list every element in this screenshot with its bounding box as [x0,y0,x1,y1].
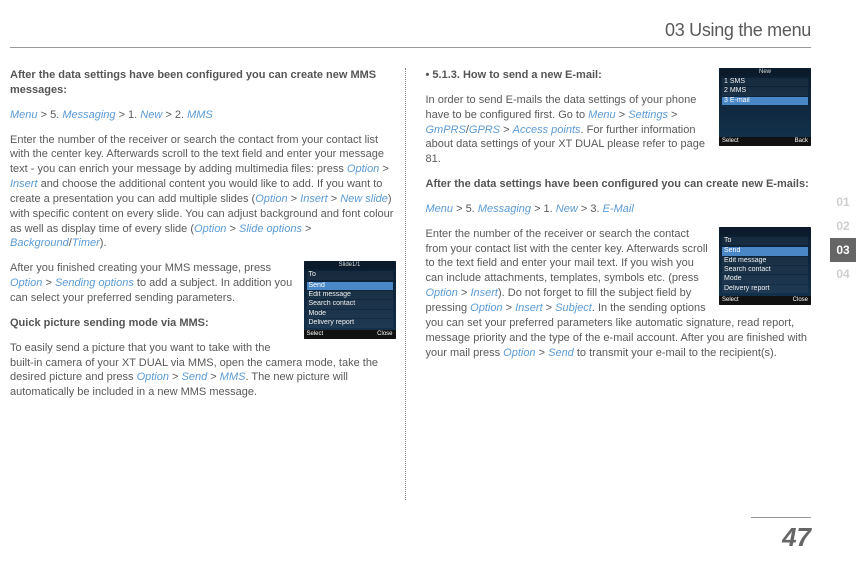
ss-titlebar: Slide1/1 [304,261,396,269]
two-column-body: After the data settings have been config… [10,68,811,410]
ss-row: 3 E-mail [722,97,808,105]
ss-titlebar: New [719,68,811,76]
mms-intro-heading: After the data settings have been config… [10,68,396,98]
phone-screenshot-mms-options: Slide1/1 To Send Edit message Search con… [304,261,396,339]
ss-row: Send [307,282,393,290]
ss-row: 2 MMS [722,87,808,95]
ss-softkeys: SelectBack [719,137,811,146]
ss-row: Edit message [722,257,808,265]
chapter-tabs: 01 02 03 04 [830,190,856,286]
path-menu: Menu [10,109,38,121]
phone-screenshot-new-menu: New 1 SMS 2 MMS 3 E-mail SelectBack [719,68,811,146]
tab-01: 01 [830,190,856,214]
section-header: 03 Using the menu [10,20,811,48]
ss-row: Mode [722,275,808,283]
mms-body-1: Enter the number of the receiver or sear… [10,133,396,252]
email-path: Menu > 5. Messaging > 1. New > 3. E-Mail [426,202,812,217]
email-configured-heading: After the data settings have been config… [426,177,812,192]
ss-row: To [307,271,393,279]
path-messaging: Messaging [62,109,115,121]
path-new: New [140,109,162,121]
ss-body: To Send Edit message Search contact Mode… [719,235,811,296]
ss-titlebar [719,227,811,235]
ss-row: Search contact [722,266,808,274]
ss-row: Delivery report [722,285,808,293]
ss-row: Search contact [307,300,393,308]
tab-02: 02 [830,214,856,238]
ss-row: Mode [307,310,393,318]
path-mms: MMS [187,109,213,121]
column-divider [405,68,406,500]
ss-softkeys: SelectClose [304,330,396,339]
ss-body: To Send Edit message Search contact Mode… [304,269,396,330]
ss-row: Edit message [307,291,393,299]
ss-row: Send [722,247,808,255]
mms-path: Menu > 5. Messaging > 1. New > 2. MMS [10,108,396,123]
right-column: New 1 SMS 2 MMS 3 E-mail SelectBack • 5.… [426,68,812,410]
quick-picture-body: To easily send a picture that you want t… [10,341,396,400]
left-column: After the data settings have been config… [10,68,396,410]
ss-row: To [722,237,808,245]
tab-04: 04 [830,262,856,286]
ss-row: Delivery report [307,319,393,327]
phone-screenshot-email-options: To Send Edit message Search contact Mode… [719,227,811,305]
tab-03: 03 [830,238,856,262]
ss-row: 1 SMS [722,78,808,86]
ss-softkeys: SelectClose [719,296,811,305]
page-number: 47 [751,517,811,553]
ss-body: 1 SMS 2 MMS 3 E-mail [719,76,811,137]
